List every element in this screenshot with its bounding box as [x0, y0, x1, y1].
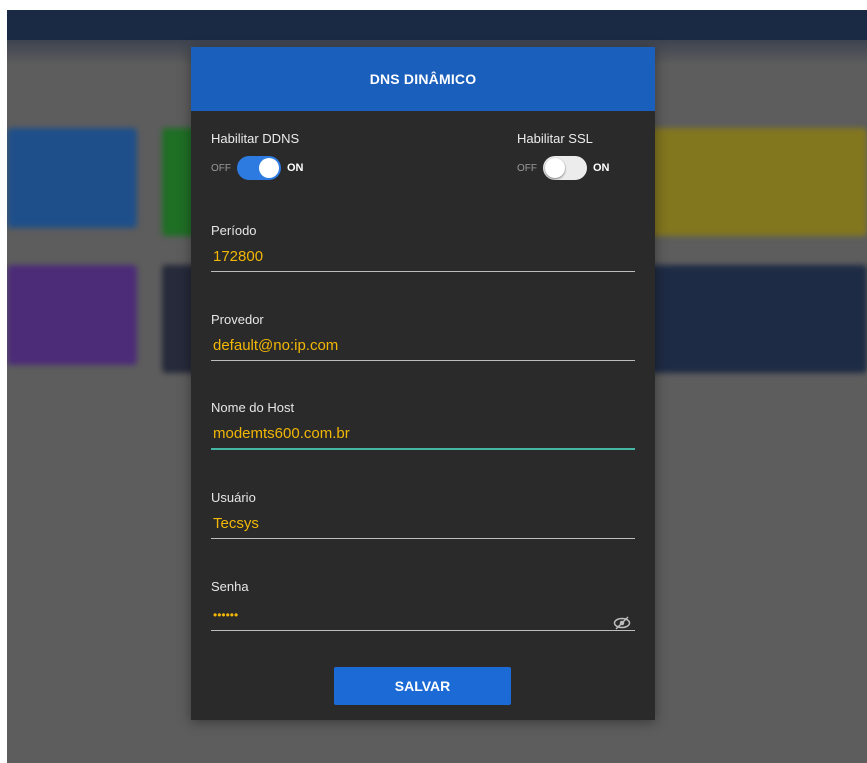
- periodo-input[interactable]: [211, 244, 635, 272]
- periodo-label: Período: [211, 223, 257, 238]
- ddns-switch-row: OFF ON: [211, 156, 304, 180]
- save-button[interactable]: SALVAR: [334, 667, 511, 705]
- ddns-toggle-label: Habilitar DDNS: [211, 131, 300, 146]
- dialog-header: DNS DINÂMICO: [191, 47, 655, 111]
- senha-field: Senha: [211, 579, 635, 631]
- background-top-bar: [7, 10, 867, 40]
- ssl-switch-row: OFF ON: [517, 156, 610, 180]
- ddns-on-label: ON: [287, 162, 304, 174]
- ssl-on-label: ON: [593, 162, 610, 174]
- provedor-field: Provedor: [211, 312, 635, 361]
- senha-input[interactable]: [211, 600, 635, 631]
- host-label: Nome do Host: [211, 400, 295, 415]
- ssl-toggle-group: Habilitar SSL OFF ON: [517, 131, 610, 180]
- dialog-title: DNS DINÂMICO: [369, 71, 477, 87]
- provedor-input[interactable]: [211, 333, 635, 361]
- ssl-toggle-switch[interactable]: [543, 156, 587, 180]
- senha-input-wrap: [211, 600, 635, 631]
- toggle-section: Habilitar DDNS OFF ON Habilitar SSL OFF …: [191, 111, 655, 221]
- senha-label: Senha: [211, 579, 249, 594]
- host-input[interactable]: [211, 421, 635, 450]
- usuario-field: Usuário: [211, 490, 635, 539]
- background-tile-purple: [7, 265, 137, 365]
- periodo-field: Período: [211, 223, 635, 272]
- ssl-off-label: OFF: [517, 162, 537, 174]
- usuario-label: Usuário: [211, 490, 256, 505]
- ssl-toggle-knob: [545, 158, 565, 178]
- eye-off-icon[interactable]: [613, 616, 631, 630]
- ddns-off-label: OFF: [211, 162, 231, 174]
- provedor-label: Provedor: [211, 312, 264, 327]
- host-field: Nome do Host: [211, 400, 635, 450]
- background-tile-blue: [7, 128, 137, 228]
- ddns-toggle-knob: [259, 158, 279, 178]
- ddns-toggle-switch[interactable]: [237, 156, 281, 180]
- ddns-toggle-group: Habilitar DDNS OFF ON: [211, 131, 304, 180]
- dns-dialog: DNS DINÂMICO Habilitar DDNS OFF ON Habil…: [191, 47, 655, 720]
- usuario-input[interactable]: [211, 511, 635, 539]
- ssl-toggle-label: Habilitar SSL: [517, 131, 593, 146]
